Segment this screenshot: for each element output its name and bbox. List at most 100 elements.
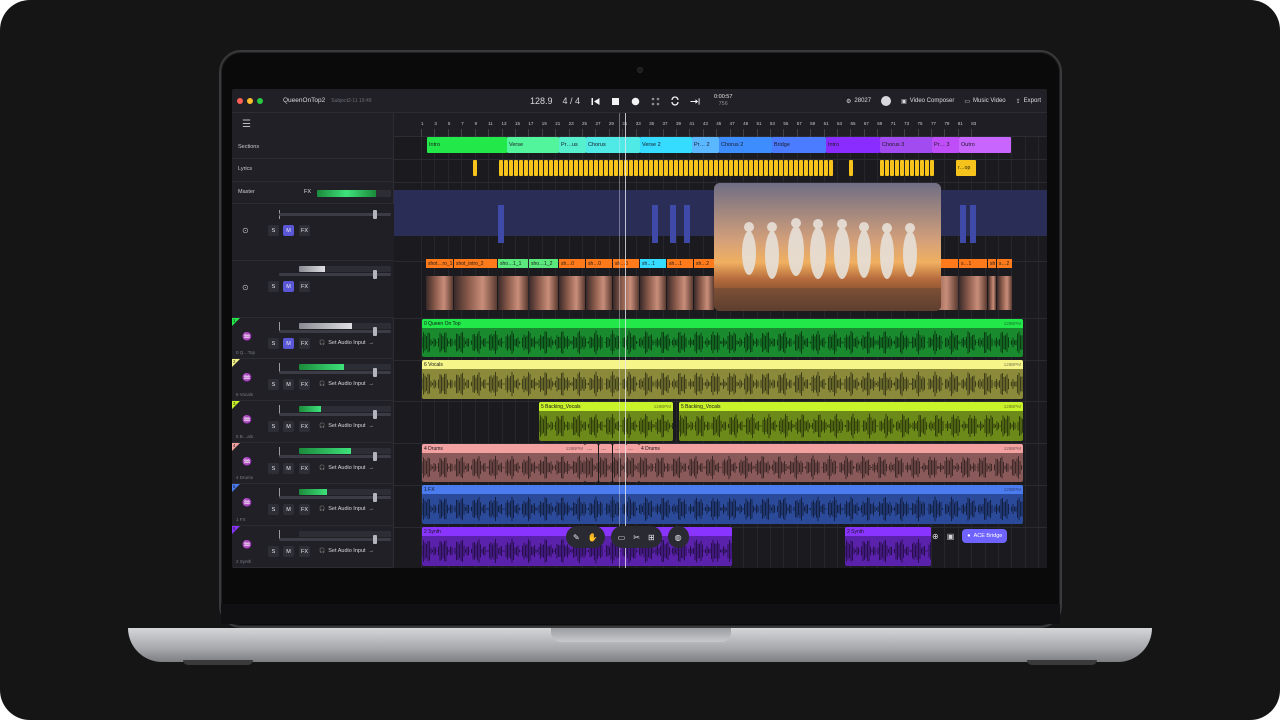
video-1-fx-button[interactable]: FX (299, 225, 311, 236)
lyric-block[interactable] (784, 160, 788, 176)
lyric-block[interactable] (684, 160, 688, 176)
lyric-block[interactable] (504, 160, 508, 176)
section-clip[interactable]: Outro (959, 137, 1011, 153)
video-1-volume-fader[interactable] (279, 210, 391, 219)
music-video-button[interactable]: ▭ Music Video (964, 98, 1005, 105)
fx-button[interactable]: FX (299, 463, 311, 474)
lyric-block[interactable] (609, 160, 613, 176)
section-clip[interactable]: Verse 2 (640, 137, 692, 153)
track-volume-fader[interactable] (279, 327, 391, 336)
video-clip[interactable]: sho…1_1 (498, 259, 528, 268)
video-clip[interactable]: s…2 (997, 259, 1012, 268)
lyric-block[interactable] (709, 160, 713, 176)
lyric-block[interactable] (930, 160, 934, 176)
lyric-block[interactable] (799, 160, 803, 176)
user-avatar[interactable] (881, 96, 892, 106)
audio-clip[interactable]: 4 Drums 128BPM (639, 444, 1023, 482)
track-volume-fader[interactable] (279, 535, 391, 544)
audio-clip[interactable]: 4 Drums 128BPM (422, 444, 585, 482)
set-audio-input-button[interactable]: 🎧 Set Audio Input → (319, 548, 374, 554)
lyric-block[interactable] (544, 160, 548, 176)
time-signature[interactable]: 4 / 4 (563, 96, 581, 106)
solo-button[interactable]: S (268, 504, 279, 515)
timeline-ruler[interactable]: 1357911131517192123252729313335373941434… (394, 113, 1047, 137)
lyric-block[interactable] (734, 160, 738, 176)
audio-clip[interactable]: 0 Queen On Top 128BPM (422, 319, 1023, 357)
lyric-block[interactable] (594, 160, 598, 176)
lyric-block[interactable] (519, 160, 523, 176)
lyric-block[interactable] (819, 160, 823, 176)
video-preview[interactable] (714, 183, 941, 311)
lyric-block[interactable] (915, 160, 919, 176)
video-clip[interactable]: sh…1 (667, 259, 693, 268)
section-clip[interactable]: Pr… 2 (692, 137, 719, 153)
lyric-block[interactable] (925, 160, 929, 176)
mute-button[interactable]: M (283, 338, 294, 349)
section-clip[interactable]: Bridge (772, 137, 826, 153)
lyric-block[interactable] (669, 160, 673, 176)
mute-button[interactable]: M (283, 421, 294, 432)
lyric-block[interactable] (849, 160, 853, 176)
hand-icon[interactable]: ✋ (588, 533, 598, 542)
lyric-block[interactable] (764, 160, 768, 176)
lyric-block[interactable] (754, 160, 758, 176)
video-2-mute-button[interactable]: M (283, 281, 294, 292)
minimize-window-button[interactable] (247, 97, 253, 104)
solo-button[interactable]: S (268, 421, 279, 432)
fx-button[interactable]: FX (299, 379, 311, 390)
video-clip[interactable]: sh…_1 (988, 259, 996, 268)
set-audio-input-button[interactable]: 🎧 Set Audio Input → (319, 340, 374, 346)
clip-icon[interactable]: ▭ (618, 533, 626, 542)
lyric-block[interactable] (639, 160, 643, 176)
set-audio-input-button[interactable]: 🎧 Set Audio Input → (319, 506, 374, 512)
lyric-block[interactable] (829, 160, 833, 176)
lyric-block[interactable] (499, 160, 503, 176)
lyric-block[interactable] (564, 160, 568, 176)
video-chip[interactable] (970, 205, 976, 243)
audio-clip[interactable]: 1 FX 128BPM (422, 485, 1023, 524)
audio-clip[interactable]: 2 Synth (845, 527, 931, 566)
lyric-block[interactable] (649, 160, 653, 176)
stop-icon[interactable] (610, 96, 620, 106)
video-clip[interactable]: shot…ro_1 (426, 259, 453, 268)
fader-knob[interactable] (373, 452, 377, 461)
lyric-block[interactable] (549, 160, 553, 176)
section-clip[interactable]: Chorus (586, 137, 640, 153)
section-clip[interactable]: Pr… 3 (932, 137, 959, 153)
video-1-solo-button[interactable]: S (268, 225, 279, 236)
video-clip[interactable]: shot_intro_2 (454, 259, 497, 268)
lyric-block[interactable] (654, 160, 658, 176)
lyric-block[interactable] (714, 160, 718, 176)
track-volume-fader[interactable] (279, 368, 391, 377)
video-1-mute-button[interactable]: M (283, 225, 294, 236)
lyric-block[interactable] (473, 160, 477, 176)
section-clip[interactable]: Verse (507, 137, 559, 153)
video-clip[interactable]: sh…0 (559, 259, 585, 268)
video-2-volume-fader[interactable] (279, 270, 391, 279)
lyric-block[interactable] (529, 160, 533, 176)
lyric-block[interactable] (789, 160, 793, 176)
lyric-block[interactable] (659, 160, 663, 176)
section-clip[interactable]: Intro (427, 137, 507, 153)
export-button[interactable]: ⇪ Export (1016, 98, 1041, 105)
section-clip[interactable]: Chorus 3 (880, 137, 932, 153)
video-clip[interactable]: sh…0 (613, 259, 639, 268)
lyric-block[interactable] (599, 160, 603, 176)
video-clip[interactable]: sho…1_2 (529, 259, 558, 268)
lyric-block[interactable] (509, 160, 513, 176)
lyric-block[interactable] (644, 160, 648, 176)
audio-clip[interactable]: 6 Vocals 128BPM (422, 360, 1023, 399)
audio-clip[interactable]: 5 Backing_Vocals 128BPM (679, 402, 1023, 441)
track-volume-fader[interactable] (279, 452, 391, 461)
mute-button[interactable]: M (283, 379, 294, 390)
lyric-block[interactable] (739, 160, 743, 176)
video-2-solo-button[interactable]: S (268, 281, 279, 292)
lyric-block[interactable] (554, 160, 558, 176)
section-clip[interactable]: Intro (826, 137, 880, 153)
lyric-block[interactable] (920, 160, 924, 176)
track-volume-fader[interactable] (279, 493, 391, 502)
solo-button[interactable]: S (268, 379, 279, 390)
lyric-block[interactable] (895, 160, 899, 176)
lyric-block[interactable] (910, 160, 914, 176)
lyric-block[interactable] (689, 160, 693, 176)
